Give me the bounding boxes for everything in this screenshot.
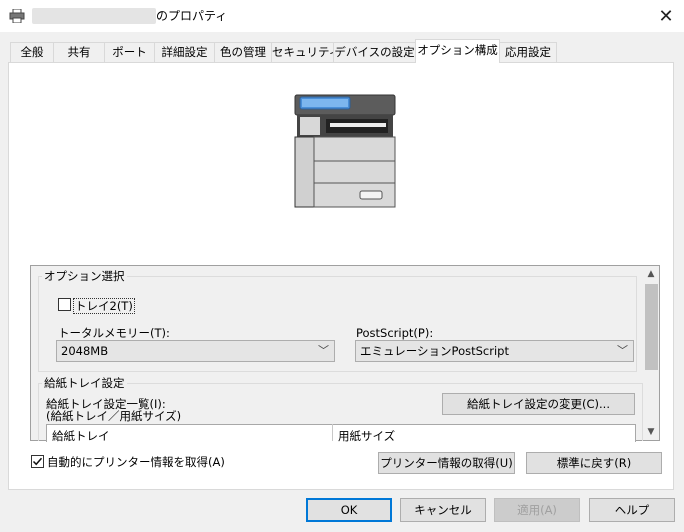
multifunction-printer-icon: [294, 94, 396, 208]
paper-tray-group-label: 給紙トレイ設定: [42, 376, 127, 390]
total-memory-label: トータルメモリー(T):: [58, 326, 170, 340]
postscript-value: エミュレーションPostScript: [360, 344, 509, 358]
help-button[interactable]: ヘルプ: [589, 498, 675, 522]
scroll-down-icon[interactable]: ▼: [643, 424, 659, 440]
tab-port[interactable]: ポート: [104, 42, 155, 62]
fetch-printer-info-button[interactable]: プリンター情報の取得(U): [378, 452, 515, 474]
printer-name-redacted: [32, 8, 156, 24]
tab-device-settings[interactable]: デバイスの設定: [333, 42, 416, 62]
option-selection-label: オプション選択: [42, 269, 127, 283]
tab-color-management[interactable]: 色の管理: [214, 42, 272, 62]
tray2-checkbox[interactable]: [58, 298, 71, 311]
column-divider: [332, 424, 333, 441]
column-header-paper-size[interactable]: 用紙サイズ: [338, 429, 395, 443]
printer-icon: [9, 9, 25, 23]
tab-security[interactable]: セキュリティ: [271, 42, 340, 62]
total-memory-value: 2048MB: [61, 344, 109, 358]
auto-fetch-label[interactable]: 自動的にプリンター情報を取得(A): [47, 455, 225, 469]
change-paper-tray-button[interactable]: 給紙トレイ設定の変更(C)...: [442, 393, 635, 415]
cancel-button[interactable]: キャンセル: [400, 498, 486, 522]
total-memory-select[interactable]: 2048MB ﹀: [56, 340, 335, 362]
checkmark-icon: [32, 457, 43, 466]
reset-defaults-button[interactable]: 標準に戻す(R): [526, 452, 662, 474]
scrollbar-thumb[interactable]: [645, 284, 658, 370]
paper-tray-list-sublabel: (給紙トレイ／用紙サイズ): [46, 409, 182, 423]
tab-option-config[interactable]: オプション構成: [415, 39, 500, 63]
window-title: のプロパティ: [156, 9, 228, 23]
tab-general[interactable]: 全般: [10, 42, 54, 62]
tab-sharing[interactable]: 共有: [53, 42, 105, 62]
ok-button[interactable]: OK: [306, 498, 392, 522]
tab-advanced-settings[interactable]: 応用設定: [499, 42, 557, 62]
auto-fetch-checkbox[interactable]: [31, 455, 44, 468]
postscript-label: PostScript(P):: [356, 326, 434, 340]
apply-button[interactable]: 適用(A): [494, 498, 580, 522]
chevron-down-icon: ﹀: [318, 344, 329, 357]
scroll-up-icon[interactable]: ▲: [643, 266, 659, 282]
close-icon[interactable]: ✕: [648, 0, 684, 32]
chevron-down-icon: ﹀: [617, 344, 628, 357]
tray2-label[interactable]: トレイ2(T): [73, 298, 135, 314]
postscript-select[interactable]: エミュレーションPostScript ﹀: [355, 340, 634, 362]
column-header-tray[interactable]: 給紙トレイ: [52, 429, 110, 443]
tab-advanced[interactable]: 詳細設定: [154, 42, 215, 62]
